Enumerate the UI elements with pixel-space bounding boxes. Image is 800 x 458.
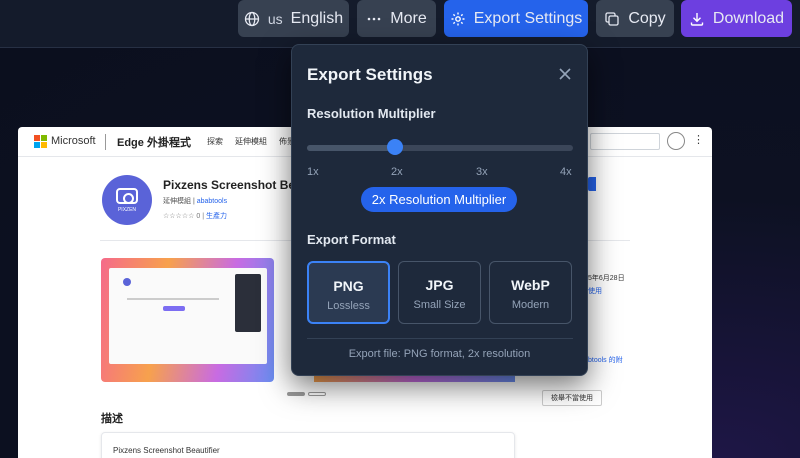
avatar-icon [667, 132, 685, 150]
language-button[interactable]: us English [238, 0, 349, 37]
report-abuse-button: 檢舉不當使用 [542, 390, 602, 406]
camera-icon [116, 187, 138, 204]
gear-icon [451, 12, 465, 25]
product-icon-caption: PIXZEN [117, 206, 137, 213]
description-heading: 描述 [101, 413, 123, 425]
product-icon: PIXZEN [102, 175, 152, 225]
product-rating: ☆☆☆☆☆ 0 | 生產力 [163, 213, 227, 220]
store-nav-item: 延伸模組 [235, 137, 267, 146]
release-date: 5年6月28日 [588, 275, 625, 282]
brand-name: Microsoft [51, 135, 96, 147]
more-label: More [390, 9, 427, 27]
store-title: Edge 外掛程式 [117, 137, 191, 149]
slider-tick-label: 2x [391, 166, 403, 178]
get-button-fragment [588, 177, 596, 191]
description-text: Pixzens Screenshot Beautifier [113, 446, 220, 455]
star-rating-icon: ☆☆☆☆☆ [163, 213, 195, 220]
export-summary: Export file: PNG format, 2x resolution [348, 348, 531, 360]
download-button[interactable]: Download [681, 0, 792, 37]
more-button[interactable]: More [357, 0, 436, 37]
copy-button[interactable]: Copy [596, 0, 674, 37]
export-settings-button[interactable]: Export Settings [444, 0, 588, 37]
export-settings-label: Export Settings [473, 9, 583, 27]
publisher-link: ababtools [196, 198, 228, 205]
gallery-pagination [287, 392, 326, 396]
download-label: Download [712, 9, 785, 27]
close-icon[interactable] [556, 65, 574, 83]
rating-count: 0 [196, 213, 201, 220]
pagination-dot [287, 392, 305, 396]
panel-divider [307, 338, 573, 339]
gallery-image [101, 258, 274, 382]
format-name: PNG [333, 278, 364, 294]
category-text: 延伸模組 [163, 198, 191, 205]
kebab-menu-icon: ⋮ [693, 134, 704, 146]
store-search-box [590, 133, 660, 150]
category-link: 生產力 [205, 213, 227, 220]
format-name: JPG [425, 277, 454, 293]
export-settings-panel: Export Settings Resolution Multiplier 1x… [291, 44, 588, 376]
language-label: English [290, 9, 344, 27]
resolution-label: Resolution Multiplier [307, 106, 436, 121]
header-divider [105, 134, 106, 150]
usage-link: 使用 [588, 288, 602, 295]
top-toolbar: us English More Export Settings Copy Dow… [0, 0, 800, 48]
slider-tick-label: 3x [476, 166, 488, 178]
copy-label: Copy [628, 9, 666, 27]
product-name: Pixzens Screenshot Bea [163, 178, 302, 192]
panel-title: Export Settings [307, 65, 433, 84]
format-desc: Small Size [413, 299, 466, 311]
format-label: Export Format [307, 232, 396, 247]
format-desc: Modern [511, 299, 550, 311]
gallery-inner-screenshot [109, 268, 267, 364]
pagination-dot [308, 392, 326, 396]
slider-tick-label: 1x [307, 166, 319, 178]
store-nav: 探索 延伸模組 佈景 [207, 136, 295, 147]
format-option-jpg[interactable]: JPG Small Size [398, 261, 481, 324]
language-code: us [267, 10, 283, 27]
resolution-slider-fill [307, 145, 395, 151]
resolution-slider-thumb[interactable] [386, 139, 403, 155]
resolution-badge: 2x Resolution Multiplier [361, 187, 517, 212]
download-icon [690, 12, 704, 26]
resolution-slider-track[interactable] [307, 145, 573, 151]
copy-icon [605, 11, 619, 26]
format-desc: Lossless [327, 300, 370, 312]
publisher-more-link: btools 的附 [588, 357, 623, 364]
product-meta: 延伸模組 | ababtools [163, 198, 228, 205]
ellipsis-icon [367, 17, 381, 20]
format-option-webp[interactable]: WebP Modern [489, 261, 572, 324]
slider-tick-label: 4x [560, 166, 572, 178]
format-option-png[interactable]: PNG Lossless [307, 261, 390, 324]
store-nav-item: 探索 [207, 137, 223, 146]
format-name: WebP [511, 277, 550, 293]
globe-icon [244, 11, 260, 26]
microsoft-logo-icon [34, 135, 47, 148]
